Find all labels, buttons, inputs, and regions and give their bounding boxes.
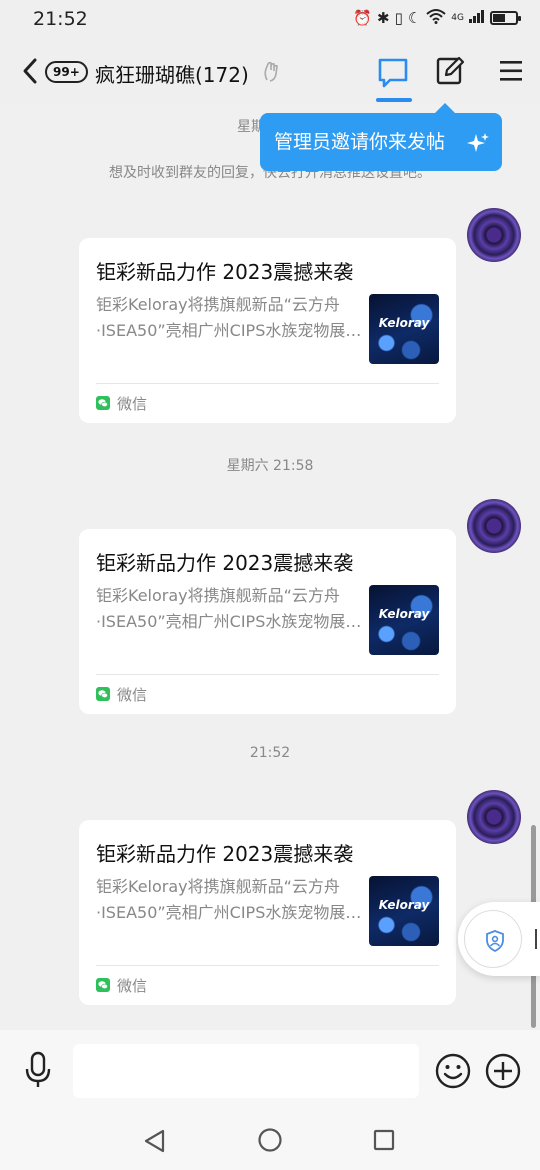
mute-icon	[264, 61, 278, 82]
card-thumbnail: Keloray	[369, 585, 439, 655]
alarm-icon: ⏰	[353, 9, 372, 27]
wechat-icon	[96, 396, 110, 410]
avatar[interactable]	[467, 499, 521, 553]
message-card[interactable]: 钜彩新品力作 2023震撼来袭 钜彩Keloray将携旗舰新品“云方舟·ISEA…	[79, 238, 456, 423]
admin-invite-tooltip[interactable]: 管理员邀请你来发帖	[260, 103, 502, 171]
system-navbar	[0, 1110, 540, 1170]
card-source: 微信	[117, 686, 148, 704]
shield-icon	[486, 930, 504, 953]
microphone-icon[interactable]	[22, 1050, 54, 1090]
card-description: 钜彩Keloray将携旗舰新品“云方舟·ISEA50”亮相广州CIPS水族宠物展…	[96, 586, 362, 631]
system-time: 星期六 21:58	[226, 458, 314, 474]
status-time: 21:52	[33, 8, 88, 30]
card-thumbnail: Keloray	[369, 294, 439, 364]
message-card[interactable]: 钜彩新品力作 2023震撼来袭 钜彩Keloray将携旗舰新品“云方舟·ISEA…	[79, 529, 456, 714]
plus-icon[interactable]	[484, 1052, 522, 1090]
bluetooth-icon: ✱	[377, 9, 390, 27]
thumbnail-logo: Keloray	[378, 898, 430, 912]
card-source: 微信	[117, 395, 148, 413]
message-card[interactable]: 钜彩新品力作 2023震撼来袭 钜彩Keloray将携旗舰新品“云方舟·ISEA…	[79, 820, 456, 1005]
card-description: 钜彩Keloray将携旗舰新品“云方舟·ISEA50”亮相广州CIPS水族宠物展…	[96, 877, 362, 922]
thumbnail-logo: Keloray	[378, 607, 430, 621]
avatar[interactable]	[467, 208, 521, 262]
message-input[interactable]	[73, 1044, 419, 1098]
thumbnail-logo: Keloray	[378, 316, 430, 330]
wechat-icon	[96, 687, 110, 701]
menu-icon[interactable]	[497, 58, 525, 84]
emoji-icon[interactable]	[434, 1052, 472, 1090]
card-divider	[96, 674, 439, 675]
card-title: 钜彩新品力作 2023震撼来袭	[96, 260, 354, 284]
tab-chat[interactable]	[374, 54, 414, 102]
float-edge-marker	[535, 929, 539, 949]
tab-active-indicator	[376, 98, 412, 102]
vibrate-icon: ▯	[394, 9, 403, 27]
battery-icon	[490, 11, 521, 25]
network-type: 4G	[451, 13, 464, 23]
card-source: 微信	[117, 977, 148, 995]
card-thumbnail: Keloray	[369, 876, 439, 946]
input-bar	[0, 1030, 540, 1110]
tooltip-text: 管理员邀请你来发帖	[274, 131, 446, 153]
status-bar: 21:52 ⏰ ✱ ▯ ☾ 4G	[0, 0, 540, 40]
unread-badge[interactable]: 99+	[45, 61, 88, 83]
chat-bubble-icon	[378, 58, 408, 88]
moon-icon: ☾	[407, 9, 422, 27]
wechat-icon	[96, 978, 110, 992]
avatar[interactable]	[467, 790, 521, 844]
signal-icon	[469, 9, 485, 27]
card-title: 钜彩新品力作 2023震撼来袭	[96, 842, 354, 866]
group-title[interactable]: 疯狂珊瑚礁(172)	[95, 59, 249, 88]
edit-post-icon[interactable]	[434, 55, 466, 87]
wifi-icon	[426, 8, 446, 28]
back-icon[interactable]	[20, 57, 40, 85]
shield-circle	[464, 910, 522, 968]
floating-security-button[interactable]	[458, 902, 540, 976]
card-divider	[96, 965, 439, 966]
system-time: 21:52	[249, 745, 291, 761]
status-icons: ⏰ ✱ ▯ ☾ 4G	[353, 8, 521, 28]
card-description: 钜彩Keloray将携旗舰新品“云方舟·ISEA50”亮相广州CIPS水族宠物展…	[96, 295, 362, 340]
chat-header: 99+ 疯狂珊瑚礁(172)	[0, 40, 540, 104]
card-title: 钜彩新品力作 2023震撼来袭	[96, 551, 354, 575]
sparkle-icon	[467, 133, 489, 152]
nav-back-icon[interactable]	[142, 1128, 168, 1154]
nav-home-icon[interactable]	[257, 1127, 283, 1153]
card-divider	[96, 383, 439, 384]
nav-recents-icon[interactable]	[373, 1129, 395, 1151]
